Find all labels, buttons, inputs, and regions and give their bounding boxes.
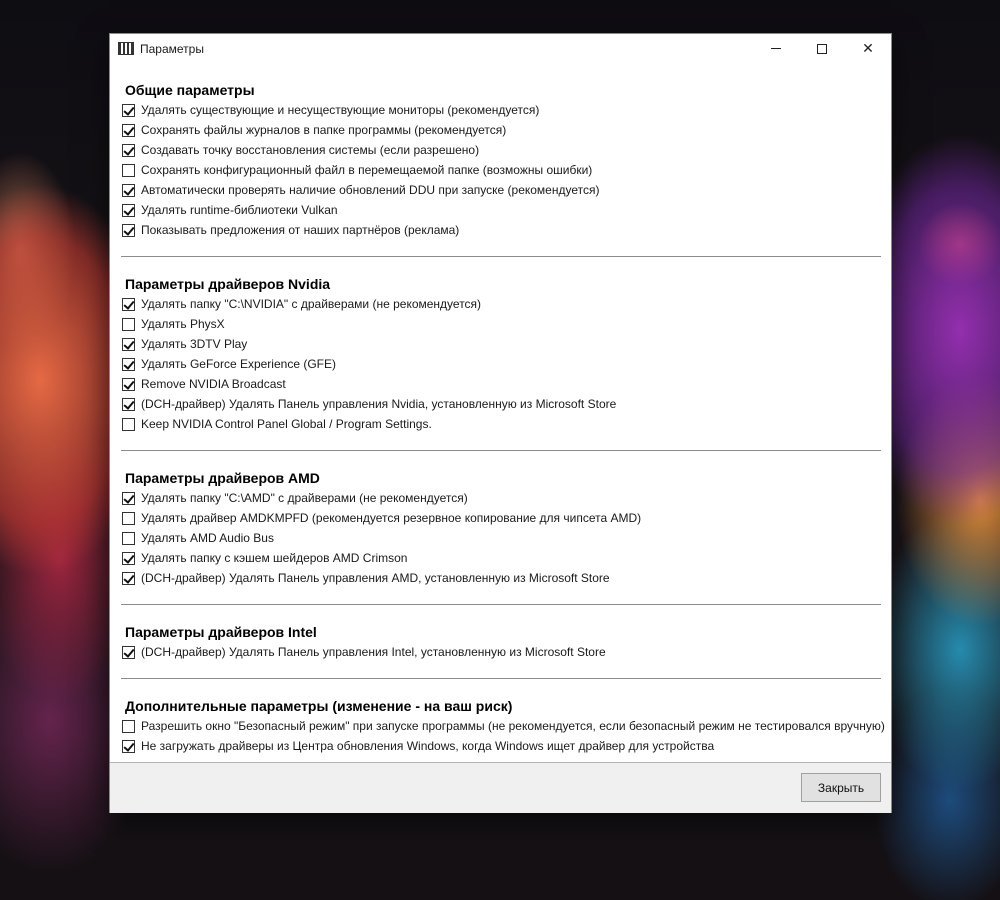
maximize-icon <box>817 43 827 54</box>
option-label: (DCH-драйвер) Удалять Панель управления … <box>141 645 606 659</box>
settings-content: Общие параметры Удалять существующие и н… <box>110 63 891 762</box>
option-label: Удалять папку "C:\AMD" с драйверами (не … <box>141 491 468 505</box>
section-divider <box>121 678 881 679</box>
section-title: Дополнительные параметры (изменение - на… <box>125 698 513 714</box>
option-row[interactable]: Создавать точку восстановления системы (… <box>121 140 891 160</box>
option-label: Разрешить окно "Безопасный режим" при за… <box>141 719 885 733</box>
close-window-button[interactable]: ✕ <box>845 34 891 63</box>
minimize-button[interactable] <box>753 34 799 63</box>
option-row[interactable]: Удалять 3DTV Play <box>121 334 891 354</box>
checkbox[interactable] <box>122 397 135 411</box>
option-row[interactable]: Удалять папку с кэшем шейдеров AMD Crims… <box>121 548 891 568</box>
option-row[interactable]: Удалять папку "C:\NVIDIA" с драйверами (… <box>121 294 891 314</box>
section-title: Общие параметры <box>125 82 255 98</box>
dialog-footer: Закрыть <box>110 763 891 813</box>
option-label: Удалять существующие и несуществующие мо… <box>141 103 540 117</box>
section-nvidia: Параметры драйверов Nvidia Удалять папку… <box>121 274 891 451</box>
checkbox[interactable] <box>122 531 135 545</box>
option-row[interactable]: Не загружать драйверы из Центра обновлен… <box>121 736 891 756</box>
close-button[interactable]: Закрыть <box>801 773 881 802</box>
checkbox[interactable] <box>122 337 135 351</box>
checkbox[interactable] <box>122 143 135 157</box>
option-row[interactable]: (DCH-драйвер) Удалять Панель управления … <box>121 394 891 414</box>
close-icon: ✕ <box>862 40 874 56</box>
section-general: Общие параметры Удалять существующие и н… <box>121 80 891 257</box>
minimize-icon <box>771 48 781 49</box>
option-row[interactable]: Удалять драйвер AMDKMPFD (рекомендуется … <box>121 508 891 528</box>
checkbox[interactable] <box>122 491 135 505</box>
checkbox[interactable] <box>122 123 135 137</box>
settings-window: Параметры ✕ Общие параметры Удалять суще… <box>109 33 892 813</box>
option-label: Не загружать драйверы из Центра обновлен… <box>141 739 715 753</box>
checkbox[interactable] <box>122 739 135 753</box>
option-row[interactable]: Удалять AMD Audio Bus <box>121 528 891 548</box>
checkbox[interactable] <box>122 551 135 565</box>
option-label: Удалять GeForce Experience (GFE) <box>141 357 336 371</box>
section-title: Параметры драйверов Intel <box>125 624 317 640</box>
option-label: Удалять runtime-библиотеки Vulkan <box>141 203 338 217</box>
option-label: (DCH-драйвер) Удалять Панель управления … <box>141 397 617 411</box>
checkbox[interactable] <box>122 719 135 733</box>
section-title: Параметры драйверов Nvidia <box>125 276 331 292</box>
option-label: Удалять папку с кэшем шейдеров AMD Crims… <box>141 551 408 565</box>
option-row[interactable]: Удалять GeForce Experience (GFE) <box>121 354 891 374</box>
option-row[interactable]: (DCH-драйвер) Удалять Панель управления … <box>121 568 891 588</box>
checkbox[interactable] <box>122 317 135 331</box>
title-bar[interactable]: Параметры ✕ <box>110 34 891 63</box>
section-title: Параметры драйверов AMD <box>125 470 320 486</box>
option-row[interactable]: Сохранять конфигурационный файл в переме… <box>121 160 891 180</box>
window-title: Параметры <box>140 41 204 56</box>
option-row[interactable]: Удалять папку "C:\AMD" с драйверами (не … <box>121 488 891 508</box>
option-row[interactable]: (DCH-драйвер) Удалять Панель управления … <box>121 642 891 662</box>
checkbox[interactable] <box>122 163 135 177</box>
option-label: Удалять драйвер AMDKMPFD (рекомендуется … <box>141 511 642 525</box>
option-row[interactable]: Удалять runtime-библиотеки Vulkan <box>121 200 891 220</box>
checkbox[interactable] <box>122 511 135 525</box>
checkbox[interactable] <box>122 417 135 431</box>
option-row[interactable]: Разрешить окно "Безопасный режим" при за… <box>121 716 891 736</box>
option-row[interactable]: Показывать предложения от наших партнёро… <box>121 220 891 240</box>
app-icon <box>118 42 134 55</box>
checkbox[interactable] <box>122 571 135 585</box>
checkbox[interactable] <box>122 103 135 117</box>
option-label: Remove NVIDIA Broadcast <box>141 377 286 391</box>
checkbox[interactable] <box>122 223 135 237</box>
option-label: Показывать предложения от наших партнёро… <box>141 223 460 237</box>
option-label: Сохранять конфигурационный файл в переме… <box>141 163 593 177</box>
section-amd: Параметры драйверов AMD Удалять папку "C… <box>121 468 891 605</box>
option-label: Сохранять файлы журналов в папке програм… <box>141 123 507 137</box>
option-label: Автоматически проверять наличие обновлен… <box>141 183 600 197</box>
option-row[interactable]: Автоматически проверять наличие обновлен… <box>121 180 891 200</box>
checkbox[interactable] <box>122 183 135 197</box>
section-divider <box>121 450 881 451</box>
checkbox[interactable] <box>122 645 135 659</box>
option-row[interactable]: Сохранять файлы журналов в папке програм… <box>121 120 891 140</box>
section-divider <box>121 604 881 605</box>
option-label: (DCH-драйвер) Удалять Панель управления … <box>141 571 610 585</box>
section-intel: Параметры драйверов Intel (DCH-драйвер) … <box>121 622 891 679</box>
option-row[interactable]: Удалять PhysX <box>121 314 891 334</box>
option-row[interactable]: Remove NVIDIA Broadcast <box>121 374 891 394</box>
option-label: Keep NVIDIA Control Panel Global / Progr… <box>141 417 432 431</box>
option-label: Удалять 3DTV Play <box>141 337 248 351</box>
checkbox[interactable] <box>122 357 135 371</box>
option-row[interactable]: Keep NVIDIA Control Panel Global / Progr… <box>121 414 891 434</box>
option-label: Удалять папку "C:\NVIDIA" с драйверами (… <box>141 297 482 311</box>
checkbox[interactable] <box>122 203 135 217</box>
section-advanced: Дополнительные параметры (изменение - на… <box>121 696 891 756</box>
window-controls: ✕ <box>753 34 891 63</box>
option-label: Удалять PhysX <box>141 317 225 331</box>
checkbox[interactable] <box>122 377 135 391</box>
checkbox[interactable] <box>122 297 135 311</box>
maximize-button[interactable] <box>799 34 845 63</box>
option-label: Удалять AMD Audio Bus <box>141 531 274 545</box>
section-divider <box>121 256 881 257</box>
option-row[interactable]: Удалять существующие и несуществующие мо… <box>121 100 891 120</box>
option-label: Создавать точку восстановления системы (… <box>141 143 480 157</box>
